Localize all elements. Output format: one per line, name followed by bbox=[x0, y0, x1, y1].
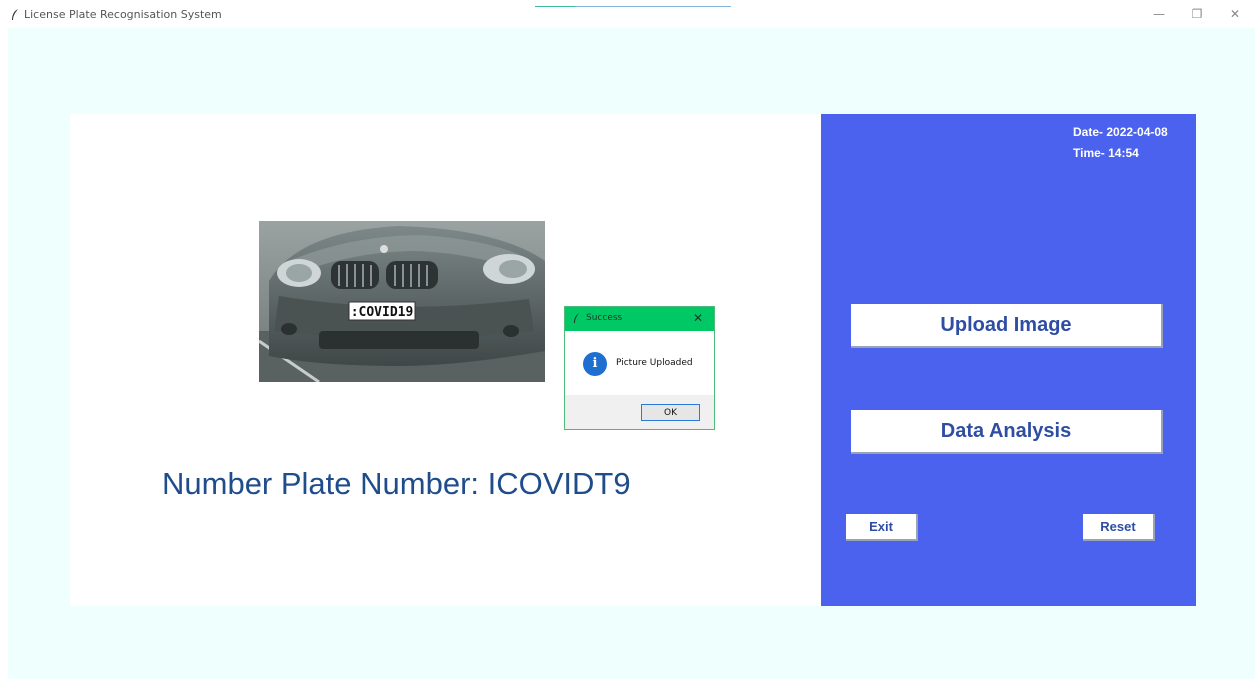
window-title: License Plate Recognisation System bbox=[24, 8, 222, 21]
minimize-button[interactable]: — bbox=[1150, 6, 1168, 22]
feather-icon bbox=[12, 9, 18, 20]
upload-image-button[interactable]: Upload Image bbox=[851, 304, 1163, 348]
license-plate-text: :COVID19 bbox=[351, 305, 414, 320]
success-dialog: Success ✕ i Picture Uploaded OK bbox=[564, 306, 715, 430]
close-window-button[interactable]: ✕ bbox=[1226, 6, 1244, 22]
number-plate-result: Number Plate Number: ICOVIDT9 bbox=[162, 466, 631, 501]
feather-icon bbox=[574, 313, 579, 323]
dialog-title: Success bbox=[586, 313, 623, 323]
car-photo: :COVID19 bbox=[259, 221, 545, 382]
reset-button[interactable]: Reset bbox=[1083, 514, 1155, 541]
dialog-message: Picture Uploaded bbox=[616, 358, 693, 368]
dialog-titlebar: Success ✕ bbox=[565, 307, 714, 331]
info-icon: i bbox=[583, 352, 607, 376]
ok-button[interactable]: OK bbox=[641, 404, 700, 421]
car-photo-illustration: :COVID19 bbox=[259, 221, 545, 382]
time-label: Time- 14:54 bbox=[1073, 146, 1139, 160]
dialog-close-icon[interactable]: ✕ bbox=[693, 311, 703, 325]
window-titlebar: License Plate Recognisation System — ❐ ✕ bbox=[0, 0, 1255, 28]
titlebar-progress-line bbox=[535, 6, 731, 7]
exit-button[interactable]: Exit bbox=[846, 514, 918, 541]
maximize-button[interactable]: ❐ bbox=[1188, 6, 1206, 22]
date-label: Date- 2022-04-08 bbox=[1073, 125, 1168, 139]
data-analysis-button[interactable]: Data Analysis bbox=[851, 410, 1163, 454]
